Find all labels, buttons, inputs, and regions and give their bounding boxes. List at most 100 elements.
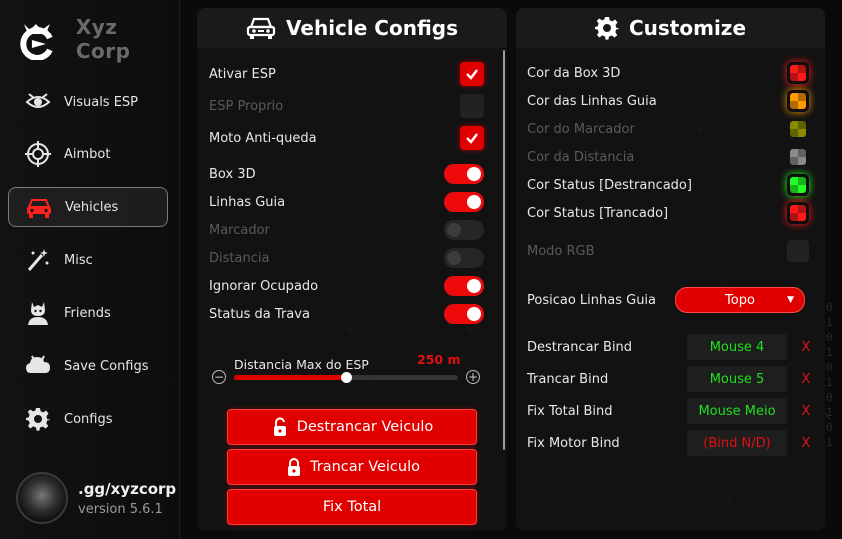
color-swatch[interactable] <box>787 118 809 140</box>
brand-name: Xyz Corp <box>75 15 131 63</box>
color-label: Cor da Distancia <box>527 149 635 165</box>
bind-key-box[interactable]: Mouse 4 <box>687 334 787 360</box>
claw-logo-icon <box>20 24 53 60</box>
scrollbar[interactable] <box>503 50 505 450</box>
profile: .gg/xyzcorp version 5.6.1 <box>16 472 176 524</box>
profile-name[interactable]: .gg/xyzcorp <box>78 480 176 498</box>
clear-bind-button[interactable]: X <box>799 372 813 387</box>
color-label: Cor do Marcador <box>527 121 635 137</box>
bind-row: Fix Motor Bind (Bind N/D) X <box>527 430 813 456</box>
rgb-checkbox[interactable] <box>787 240 809 262</box>
avatar[interactable] <box>16 472 68 524</box>
clear-bind-button[interactable]: X <box>799 436 813 451</box>
slider-track[interactable] <box>234 372 458 383</box>
toggle-row: Distancia <box>209 248 484 268</box>
marcador-toggle[interactable] <box>444 220 484 240</box>
guide-position-row: Posicao Linhas Guia Topo ▼ <box>527 287 805 313</box>
trancar-veiculo-button[interactable]: Trancar Veiculo <box>227 449 477 485</box>
sidebar-item-friends[interactable]: Friends <box>8 293 168 333</box>
checkbox-row: Moto Anti-queda <box>209 126 484 150</box>
color-row: Cor Status [Destrancado] <box>527 174 809 196</box>
panel-header: Vehicle Configs <box>197 8 507 48</box>
bind-row: Trancar Bind Mouse 5 X <box>527 366 813 392</box>
guide-position-label: Posicao Linhas Guia <box>527 292 657 308</box>
plus-icon[interactable]: + <box>466 370 480 384</box>
toggle-row: Status da Trava <box>209 304 484 324</box>
destrancar-veiculo-button[interactable]: Destrancar Veiculo <box>227 409 477 445</box>
bind-key-box[interactable]: (Bind N/D) <box>687 430 787 456</box>
toggle-row: Box 3D <box>209 164 484 184</box>
sidebar-item-label: Aimbot <box>64 146 111 162</box>
ignorar-ocupado-toggle[interactable] <box>444 276 484 296</box>
dropdown-value: Topo <box>725 292 755 308</box>
background-digits: 0 1 0 1 0 1 0 1 0 1 <box>826 301 833 449</box>
color-row: Cor das Linhas Guia <box>527 90 809 112</box>
sidebar-item-save-configs[interactable]: Save Configs <box>8 346 168 386</box>
sidebar: Xyz Corp Visuals ESP Aimbot Vehicles Mis… <box>0 0 180 539</box>
guide-position-dropdown[interactable]: Topo ▼ <box>675 287 805 313</box>
swatch-fill <box>790 149 806 165</box>
bind-label: Fix Total Bind <box>527 403 613 419</box>
bind-key-box[interactable]: Mouse 5 <box>687 366 787 392</box>
clear-bind-button[interactable]: X <box>799 340 813 355</box>
ativar-esp-checkbox[interactable] <box>460 62 484 86</box>
sidebar-item-label: Visuals ESP <box>64 94 139 110</box>
toggle-label: Ignorar Ocupado <box>209 278 319 294</box>
gear-icon <box>24 405 52 433</box>
bind-label: Fix Motor Bind <box>527 435 620 451</box>
fix-total-button[interactable]: Fix Total <box>227 489 477 525</box>
linhas-guia-toggle[interactable] <box>444 192 484 212</box>
bind-key-box[interactable]: Mouse Meio <box>687 398 787 424</box>
sidebar-item-misc[interactable]: Misc <box>8 240 168 280</box>
color-label: Cor das Linhas Guia <box>527 93 657 109</box>
panel-header: Customize <box>516 8 825 48</box>
brand: Xyz Corp <box>16 15 179 63</box>
clear-bind-button[interactable]: X <box>799 404 813 419</box>
friends-icon <box>24 299 52 327</box>
color-label: Cor da Box 3D <box>527 65 621 81</box>
color-swatch[interactable] <box>787 146 809 168</box>
checkbox-label: Ativar ESP <box>209 66 276 82</box>
bind-label: Trancar Bind <box>527 371 609 387</box>
car-icon <box>246 17 276 39</box>
slider-label: Distancia Max do ESP <box>234 357 369 372</box>
distance-slider: Distancia Max do ESP 250 m − + <box>212 352 482 392</box>
rgb-label: Modo RGB <box>527 243 595 259</box>
sidebar-item-vehicles[interactable]: Vehicles <box>8 187 168 227</box>
distancia-toggle[interactable] <box>444 248 484 268</box>
checkbox-row: Ativar ESP <box>209 62 484 86</box>
chevron-down-icon: ▼ <box>787 295 794 305</box>
color-swatch[interactable] <box>787 202 809 224</box>
slider-thumb[interactable] <box>341 372 352 383</box>
minus-icon[interactable]: − <box>212 370 226 384</box>
sidebar-item-visuals-esp[interactable]: Visuals ESP <box>8 82 168 122</box>
moto-anti-queda-checkbox[interactable] <box>460 126 484 150</box>
version-label: version 5.6.1 <box>78 501 163 517</box>
color-row: Cor da Distancia <box>527 146 809 168</box>
sidebar-item-aimbot[interactable]: Aimbot <box>8 134 168 174</box>
box-3d-toggle[interactable] <box>444 164 484 184</box>
status-da-trava-toggle[interactable] <box>444 304 484 324</box>
color-row: Cor da Box 3D <box>527 62 809 84</box>
panel-title: Vehicle Configs <box>286 16 458 40</box>
swatch-fill <box>790 205 806 221</box>
color-swatch[interactable] <box>787 62 809 84</box>
toggle-row: Ignorar Ocupado <box>209 276 484 296</box>
eye-icon <box>24 88 52 116</box>
checkmark-icon <box>466 69 478 80</box>
sidebar-item-label: Save Configs <box>64 358 149 374</box>
toggle-label: Marcador <box>209 222 270 238</box>
color-swatch[interactable] <box>787 90 809 112</box>
toggle-label: Status da Trava <box>209 306 310 322</box>
color-row: Cor Status [Trancado] <box>527 202 809 224</box>
esp-proprio-checkbox[interactable] <box>460 94 484 118</box>
sidebar-item-configs[interactable]: Configs <box>8 399 168 439</box>
gear-icon <box>594 17 619 40</box>
wand-icon <box>24 246 52 274</box>
bind-label: Destrancar Bind <box>527 339 633 355</box>
color-swatch[interactable] <box>787 174 809 196</box>
color-label: Cor Status [Destrancado] <box>527 177 692 193</box>
toggle-knob <box>447 223 461 237</box>
panel-title: Customize <box>628 16 747 40</box>
bind-row: Fix Total Bind Mouse Meio X <box>527 398 813 424</box>
